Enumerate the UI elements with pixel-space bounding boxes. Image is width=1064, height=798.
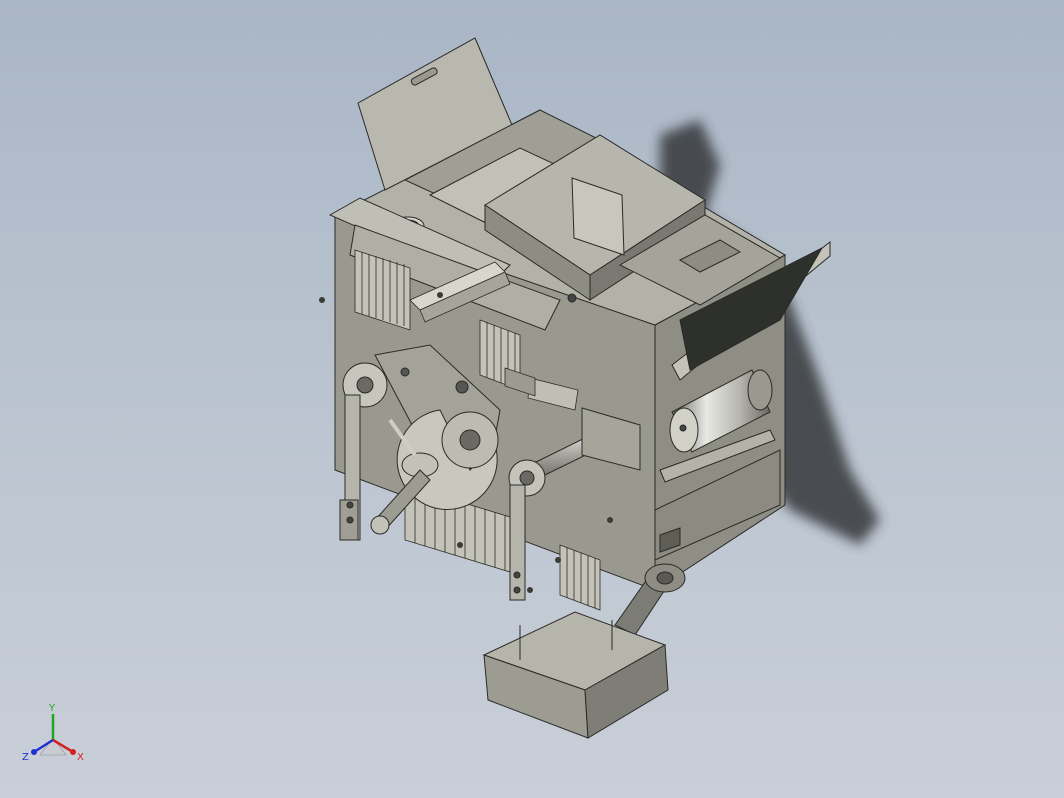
x-axis-tip [70, 749, 76, 755]
axis-triad: Y X Z [22, 703, 84, 763]
z-axis-tip [31, 749, 37, 755]
y-axis-label: Y [48, 703, 56, 714]
x-axis-label: X [77, 752, 84, 763]
bottom-block[interactable] [482, 611, 669, 739]
z-axis-label: Z [22, 752, 29, 763]
machine-3d-model[interactable] [0, 0, 1064, 798]
cad-viewport[interactable]: Y X Z [0, 0, 1064, 798]
